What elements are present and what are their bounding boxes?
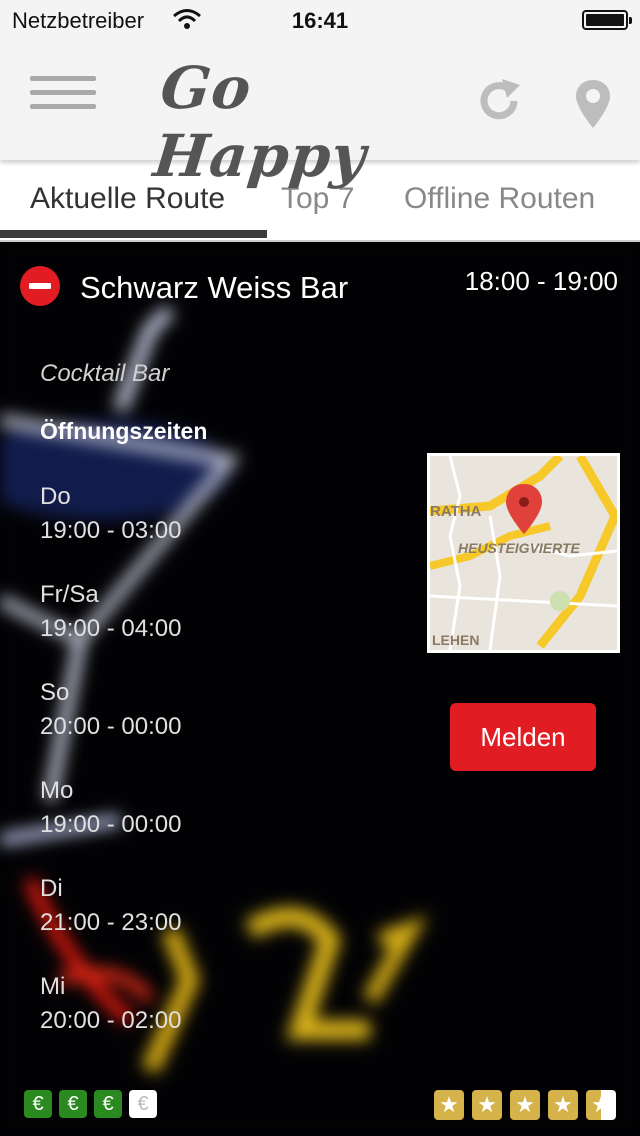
hours-entry: Di 21:00 - 23:00 xyxy=(40,872,181,970)
hours-day: Fr/Sa xyxy=(40,581,99,608)
hours-day: Mo xyxy=(40,777,74,804)
menu-button[interactable] xyxy=(30,76,96,116)
price-euro-icon: € xyxy=(59,1090,87,1118)
map-thumbnail[interactable]: RATHA HEUSTEIGVIERTE LEHEN xyxy=(427,453,620,653)
hours-entry: So 20:00 - 00:00 xyxy=(40,676,181,774)
location-pin-icon[interactable] xyxy=(574,78,612,130)
hours-day: Di xyxy=(40,875,63,902)
hours-entry: Do 19:00 - 03:00 xyxy=(40,480,181,578)
hours-range: 20:00 - 00:00 xyxy=(40,713,182,740)
hours-range: 19:00 - 03:00 xyxy=(40,517,182,544)
price-euro-icon: € xyxy=(24,1090,52,1118)
hours-range: 21:00 - 23:00 xyxy=(40,909,182,936)
map-label: RATHA xyxy=(430,503,482,520)
star-icon: ★ xyxy=(510,1090,540,1120)
menu-icon-bar xyxy=(30,90,96,95)
refresh-icon[interactable] xyxy=(474,76,524,126)
hours-range: 19:00 - 00:00 xyxy=(40,811,182,838)
status-time: 16:41 xyxy=(291,8,349,33)
hours-day: So xyxy=(40,679,70,706)
star-rating: ★ ★ ★ ★ ★ xyxy=(426,1090,616,1120)
status-bar: Netzbetreiber 16:41 xyxy=(0,0,640,40)
hours-range: 20:00 - 02:00 xyxy=(40,1007,182,1034)
map-label: LEHEN xyxy=(432,632,479,648)
star-icon: ★ xyxy=(548,1090,578,1120)
hours-entry: Mo 19:00 - 00:00 xyxy=(40,774,181,872)
half-star-icon: ★ xyxy=(586,1090,616,1120)
hours-entry: Mi 20:00 - 02:00 xyxy=(40,970,181,1068)
opening-hours-title: Öffnungszeiten xyxy=(40,418,208,444)
opening-hours-list: Do 19:00 - 03:00 Fr/Sa 19:00 - 04:00 So … xyxy=(40,480,181,1068)
hours-entry: Fr/Sa 19:00 - 04:00 xyxy=(40,578,181,676)
app-logo: Go Happy xyxy=(150,54,370,190)
venue-category: Cocktail Bar xyxy=(40,360,170,387)
tab-offline-routes[interactable]: Offline Routen xyxy=(404,182,595,216)
price-level: € € € € xyxy=(24,1090,164,1118)
hours-day: Mi xyxy=(40,973,66,1000)
menu-icon-bar xyxy=(30,104,96,109)
report-button[interactable]: Melden xyxy=(450,703,596,771)
battery-icon xyxy=(582,10,632,30)
map-label: HEUSTEIGVIERTE xyxy=(458,540,581,556)
app-header: Go Happy xyxy=(0,40,640,190)
hours-day: Do xyxy=(40,483,71,510)
visit-time-range: 18:00 - 19:00 xyxy=(464,266,618,296)
active-tab-indicator xyxy=(0,230,267,238)
price-euro-icon: € xyxy=(129,1090,157,1118)
remove-from-route-button[interactable] xyxy=(20,266,60,306)
star-icon: ★ xyxy=(472,1090,502,1120)
menu-icon-bar xyxy=(30,76,96,81)
venue-name: Schwarz Weiss Bar xyxy=(80,270,349,305)
price-euro-icon: € xyxy=(94,1090,122,1118)
venue-detail: Schwarz Weiss Bar 18:00 - 19:00 Cocktail… xyxy=(0,240,640,1136)
star-icon: ★ xyxy=(434,1090,464,1120)
map-image: RATHA HEUSTEIGVIERTE LEHEN xyxy=(430,456,617,650)
hours-range: 19:00 - 04:00 xyxy=(40,615,182,642)
